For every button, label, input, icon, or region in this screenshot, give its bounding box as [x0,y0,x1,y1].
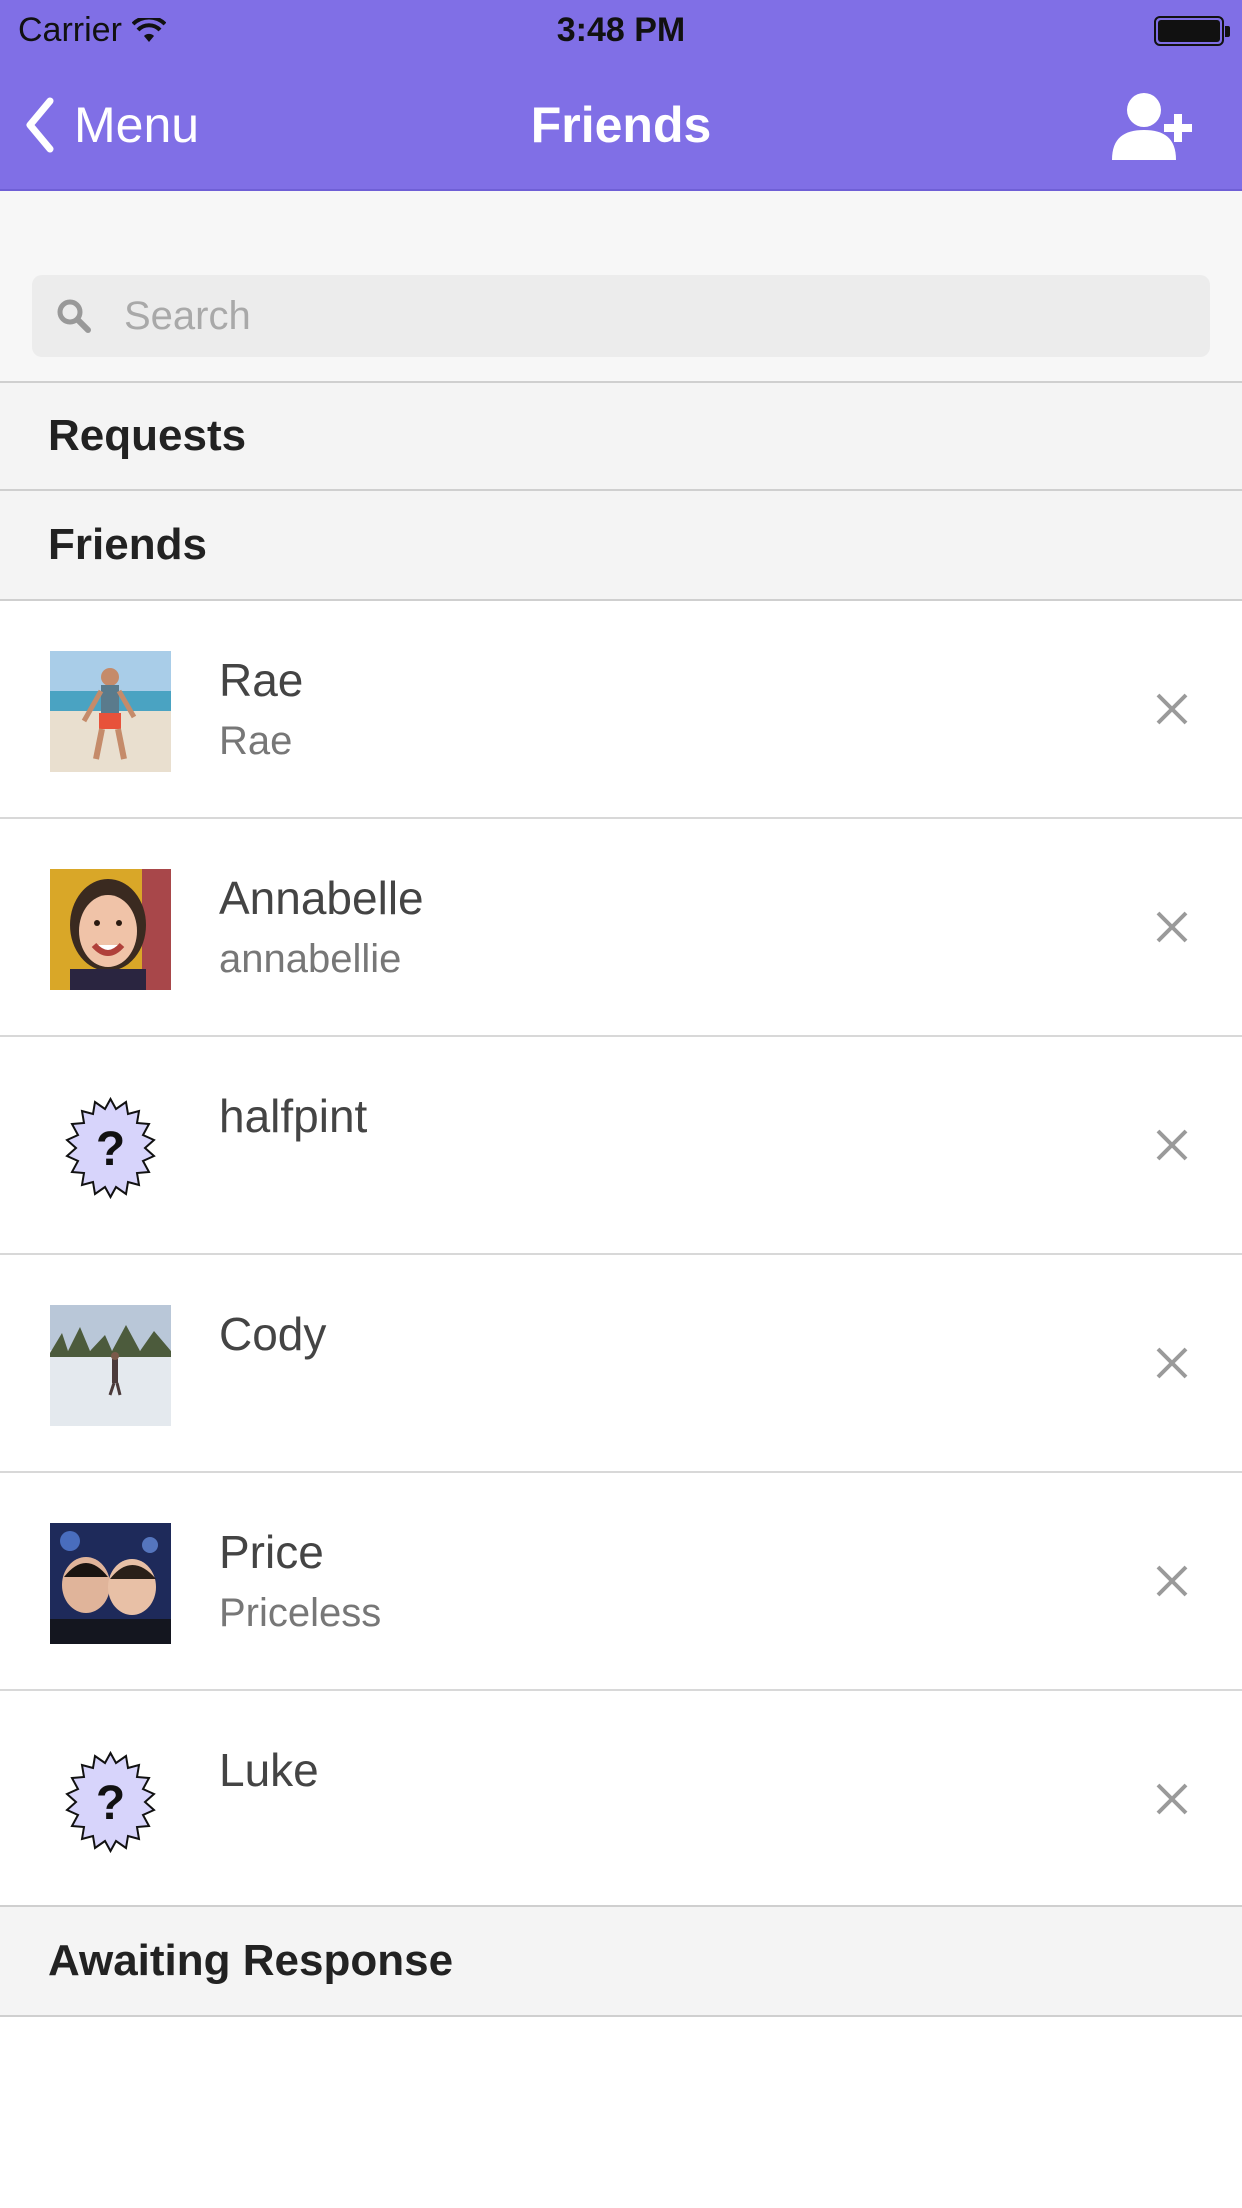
search-icon [57,299,91,333]
friend-row[interactable]: Price Priceless [0,1473,1242,1691]
friend-row[interactable]: ? Luke [0,1691,1242,1909]
avatar [50,1305,171,1426]
section-awaiting-response: Awaiting Response [0,1905,1242,2017]
close-icon [1156,1129,1188,1161]
close-icon [1156,1783,1188,1815]
add-friend-icon [1112,93,1192,160]
section-requests[interactable]: Requests [0,383,1242,491]
section-friends-label: Friends [48,520,207,569]
add-friend-button[interactable] [1106,86,1202,166]
friend-username: Rae [219,719,293,763]
friend-row[interactable]: Cody [0,1255,1242,1473]
back-button-label: Menu [74,97,200,153]
friend-name: Price [219,1526,324,1578]
friend-name: Cody [219,1308,327,1360]
friend-name: Luke [219,1744,319,1796]
close-icon [1156,911,1188,943]
close-icon [1156,1565,1188,1597]
avatar: ? [50,1741,171,1862]
avatar [50,1523,171,1644]
remove-friend-button[interactable] [1142,679,1202,739]
search-input[interactable] [124,293,1124,339]
avatar-photo [50,651,171,772]
friend-username: Priceless [219,1591,382,1635]
remove-friend-button[interactable] [1142,1551,1202,1611]
friend-name: Rae [219,654,304,706]
section-friends: Friends [0,491,1242,601]
status-bar: Carrier 3:48 PM [0,0,1242,60]
section-awaiting-label: Awaiting Response [48,1936,454,1985]
remove-friend-button[interactable] [1142,1333,1202,1393]
remove-friend-button[interactable] [1142,897,1202,957]
avatar-photo [50,1305,171,1426]
search-bar[interactable] [32,275,1210,357]
avatar-photo [50,1523,171,1644]
battery-icon [1154,16,1230,46]
search-area [0,191,1242,383]
avatar: ? [50,1087,171,1208]
svg-text:?: ? [96,1123,125,1176]
remove-friend-button[interactable] [1142,1769,1202,1829]
avatar [50,869,171,990]
friend-row[interactable]: Rae Rae [0,601,1242,819]
avatar [50,651,171,772]
nav-bar: Carrier 3:48 PM Menu Friends [0,0,1242,191]
friend-name: halfpint [219,1090,368,1142]
chevron-left-icon [26,97,54,153]
friend-row[interactable]: ? halfpint [0,1037,1242,1255]
remove-friend-button[interactable] [1142,1115,1202,1175]
status-time: 3:48 PM [556,11,686,49]
close-icon [1156,1347,1188,1379]
friend-username: annabellie [219,937,402,981]
friend-list: Rae Rae Annabelle annabellie ? halfpint … [0,601,1242,1909]
friend-name: Annabelle [219,872,424,924]
back-button[interactable]: Menu [22,92,199,158]
svg-text:?: ? [96,1777,125,1830]
friend-row[interactable]: Annabelle annabellie [0,819,1242,1037]
avatar-photo [50,869,171,990]
unknown-user-icon: ? [65,1096,156,1200]
unknown-user-icon: ? [65,1750,156,1854]
close-icon [1156,693,1188,725]
section-requests-label: Requests [48,411,247,460]
